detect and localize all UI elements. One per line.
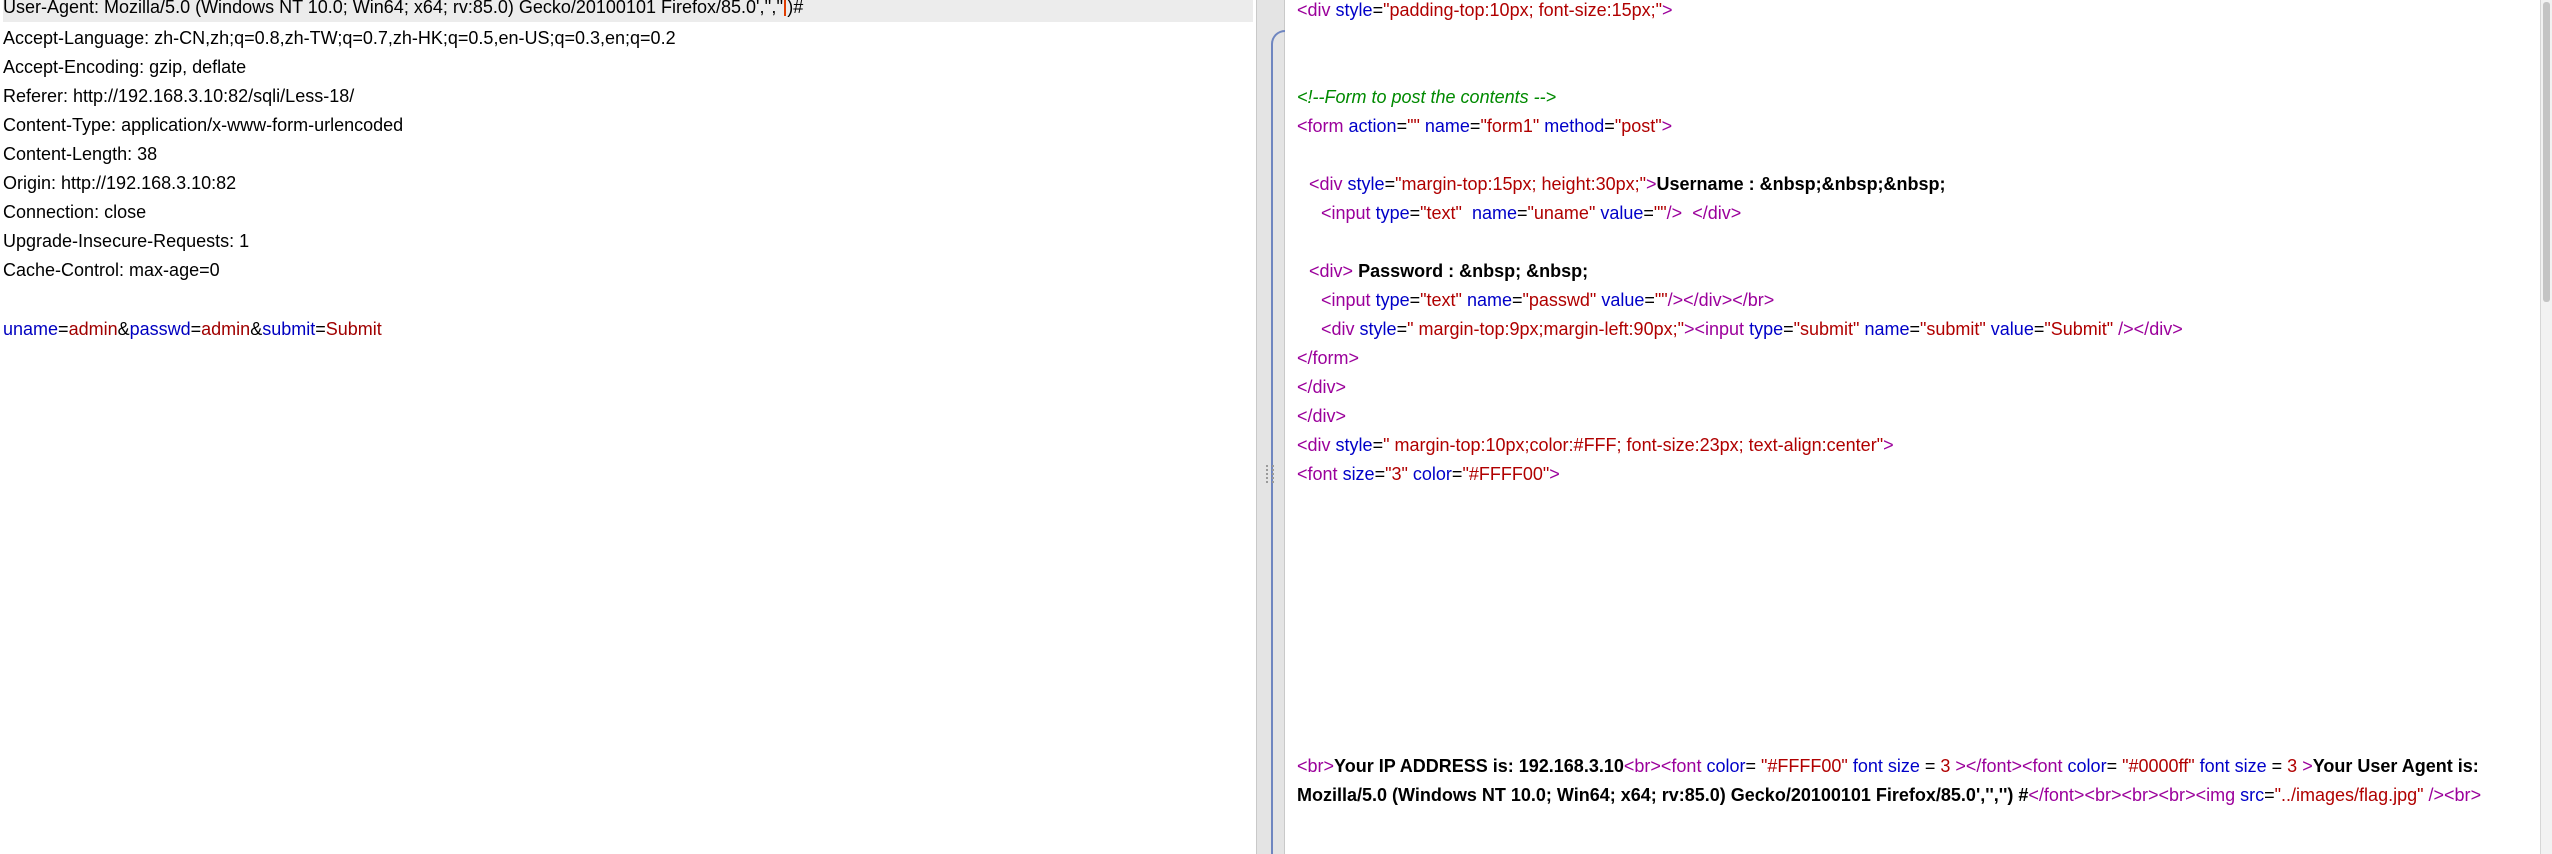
request-header-line: Cache-Control: max-age=0 xyxy=(3,260,220,280)
request-editor[interactable]: User-Agent: Mozilla/5.0 (Windows NT 10.0… xyxy=(0,0,1256,854)
request-header-line: Content-Type: application/x-www-form-url… xyxy=(3,115,404,135)
body-param-key: submit xyxy=(262,319,316,339)
ip-address-text: Your IP ADDRESS is: 192.168.3.10 xyxy=(1334,756,1624,776)
response-code-line: <div style=" margin-top:9px;margin-left:… xyxy=(1321,319,2183,339)
body-param-value: Submit xyxy=(325,319,382,339)
text-caret xyxy=(784,0,787,16)
response-code-line: </form> xyxy=(1297,348,1360,368)
response-code-line: </div> xyxy=(1297,406,1347,426)
request-header-line: Accept-Language: zh-CN,zh;q=0.8,zh-TW;q=… xyxy=(3,28,676,48)
pane-splitter[interactable] xyxy=(1256,0,1285,854)
body-param-value: admin xyxy=(201,319,251,339)
response-code-line: <font size="3" color="#FFFF00"> xyxy=(1297,464,1560,484)
scrollbar-thumb[interactable] xyxy=(2543,2,2550,302)
response-code-line: <input type="text" name="uname" value=""… xyxy=(1321,203,1742,223)
response-result-block: <br>Your IP ADDRESS is: 192.168.3.10<br>… xyxy=(1297,756,2482,805)
response-code-line: <div style="margin-top:15px; height:30px… xyxy=(1309,174,1946,194)
splitter-edge xyxy=(1271,30,1285,854)
splitter-grip-icon[interactable] xyxy=(1266,465,1274,483)
request-header-line: Upgrade-Insecure-Requests: 1 xyxy=(3,231,250,251)
request-header-line: Origin: http://192.168.3.10:82 xyxy=(3,173,237,193)
request-line-user-agent[interactable]: User-Agent: Mozilla/5.0 (Windows NT 10.0… xyxy=(3,0,1253,22)
vertical-scrollbar[interactable] xyxy=(2540,0,2552,854)
body-param-key: uname xyxy=(3,319,59,339)
response-code-line: </div> xyxy=(1297,377,1347,397)
request-header-line: Referer: http://192.168.3.10:82/sqli/Les… xyxy=(3,86,355,106)
request-header-line: Content-Length: 38 xyxy=(3,144,158,164)
body-param-key: passwd xyxy=(129,319,191,339)
user-agent-text: User-Agent: Mozilla/5.0 (Windows NT 10.0… xyxy=(3,0,784,17)
response-code-line: <form action="" name="form1" method="pos… xyxy=(1297,116,1673,136)
request-header-line: Accept-Encoding: gzip, deflate xyxy=(3,57,247,77)
response-viewer[interactable]: <div style="padding-top:10px; font-size:… xyxy=(1285,0,2540,854)
response-code-line: <input type="text" name="passwd" value="… xyxy=(1321,290,1775,310)
response-comment-line: <!--Form to post the contents --> xyxy=(1297,87,1557,107)
response-code-line: <div style=" margin-top:10px;color:#FFF;… xyxy=(1297,435,1894,455)
response-code-line: <div style="padding-top:10px; font-size:… xyxy=(1297,0,1673,20)
body-param-value: admin xyxy=(68,319,118,339)
request-header-line: Connection: close xyxy=(3,202,147,222)
response-code-line: <div> Password : &nbsp; &nbsp; xyxy=(1309,261,1589,281)
request-body-line: uname=admin&passwd=admin&submit=Submit xyxy=(3,319,382,339)
user-agent-suffix: )# xyxy=(787,0,804,17)
